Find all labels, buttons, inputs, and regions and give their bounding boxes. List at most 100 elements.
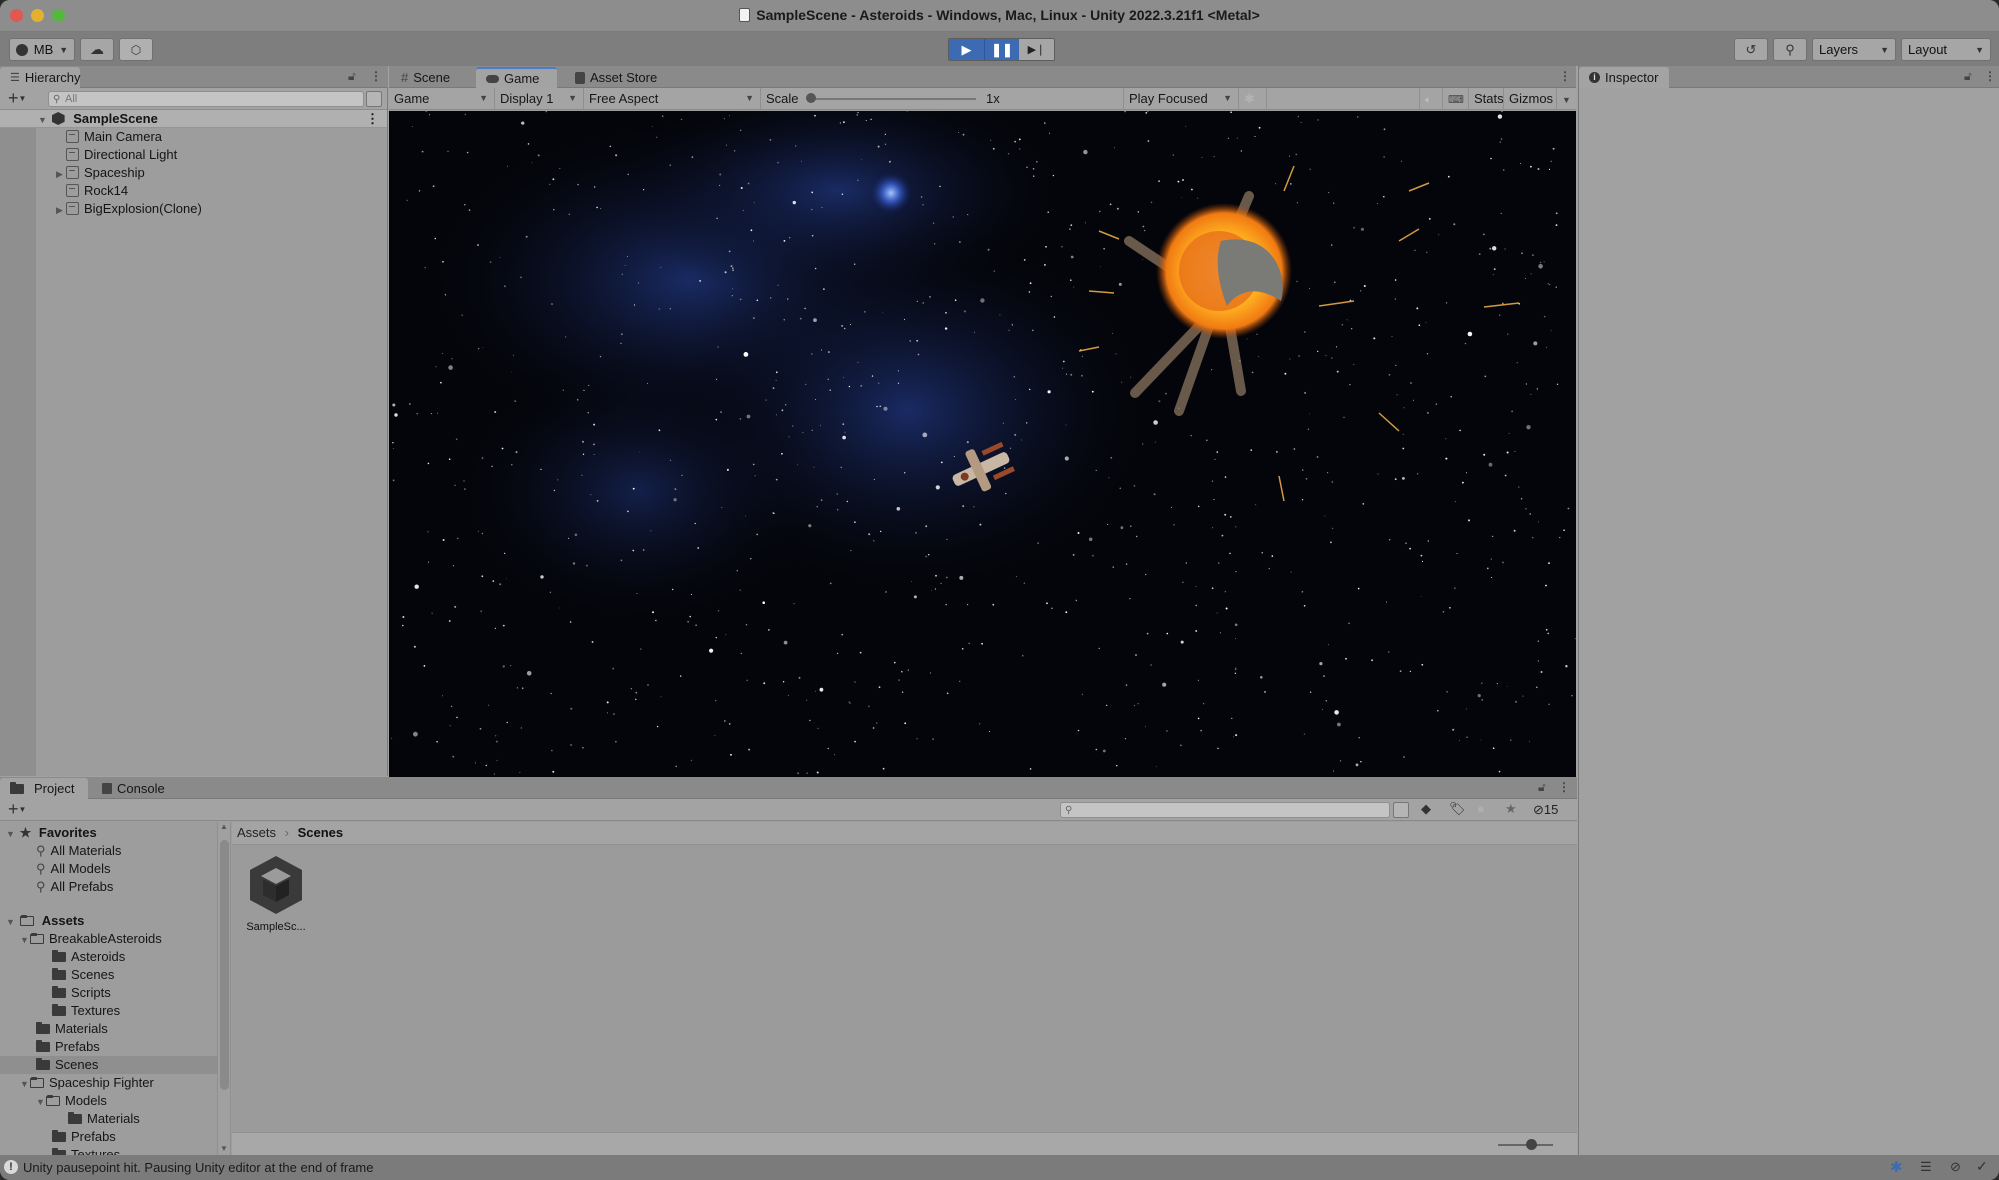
- star: [1548, 562, 1550, 564]
- progress-done-icon[interactable]: ✓: [1976, 1158, 1988, 1175]
- unity-services-button[interactable]: ⬡: [119, 38, 153, 61]
- view-mode-dropdown[interactable]: Game ▼: [389, 88, 495, 110]
- star: [1409, 670, 1412, 673]
- cache-server-icon[interactable]: ☰: [1920, 1159, 1932, 1175]
- scene-menu-icon[interactable]: ⋮: [366, 110, 379, 128]
- assets-root-row[interactable]: ▼ Assets: [0, 912, 217, 930]
- panel-menu-icon[interactable]: ⋮: [1559, 69, 1571, 83]
- create-add-button[interactable]: +▼: [8, 88, 26, 109]
- filter-by-label-icon[interactable]: 🏷︎: [1449, 801, 1466, 817]
- lock-icon[interactable]: 🔓︎: [348, 69, 356, 84]
- folder-row[interactable]: Materials: [0, 1020, 217, 1038]
- undo-history-button[interactable]: ↺: [1734, 38, 1768, 61]
- create-asset-button[interactable]: +▼: [8, 799, 26, 820]
- scale-slider-handle[interactable]: [806, 93, 816, 103]
- expand-arrow-icon[interactable]: ▶: [56, 201, 66, 219]
- scene-row[interactable]: ▼ SampleScene ⋮: [0, 110, 387, 128]
- folder-row[interactable]: Prefabs: [0, 1038, 217, 1056]
- scrollbar-thumb[interactable]: [220, 840, 229, 1090]
- scroll-down-icon[interactable]: ▼: [220, 1144, 228, 1153]
- favorite-item[interactable]: ⚲ All Prefabs: [0, 878, 217, 896]
- folder-row[interactable]: ▼ Spaceship Fighter: [0, 1074, 217, 1092]
- folder-row[interactable]: Textures: [0, 1002, 217, 1020]
- panel-menu-icon[interactable]: ⋮: [370, 69, 382, 83]
- filter-by-type-icon[interactable]: ◆: [1421, 801, 1431, 817]
- tab-project[interactable]: Project: [0, 778, 88, 799]
- step-button[interactable]: ▶❘: [1019, 39, 1054, 60]
- expand-arrow-icon[interactable]: ▼: [38, 111, 48, 129]
- breadcrumb-assets[interactable]: Assets: [237, 825, 276, 840]
- expand-arrow-icon[interactable]: ▼: [36, 1093, 46, 1111]
- pause-button[interactable]: ❚❚: [984, 39, 1019, 60]
- favorite-star-icon[interactable]: ★: [1505, 801, 1517, 817]
- search-mode-button[interactable]: [1393, 802, 1409, 818]
- hierarchy-item[interactable]: Main Camera: [0, 128, 387, 146]
- display-dropdown[interactable]: Display 1 ▼: [495, 88, 584, 110]
- folder-row[interactable]: Prefabs: [0, 1128, 217, 1146]
- bug-check-icon[interactable]: ✱: [1890, 1158, 1903, 1176]
- folder-row[interactable]: ▼ Models: [0, 1092, 217, 1110]
- shortcuts-toggle-button[interactable]: ⌨: [1443, 88, 1469, 110]
- layout-dropdown[interactable]: Layout ▼: [1901, 38, 1991, 61]
- favorite-item[interactable]: ⚲ All Models: [0, 860, 217, 878]
- tab-hierarchy[interactable]: ☰ Hierarchy: [0, 67, 81, 88]
- search-mode-button[interactable]: [366, 91, 382, 107]
- lock-icon[interactable]: 🔓︎: [1964, 69, 1972, 84]
- play-button[interactable]: ▶: [949, 39, 984, 60]
- folder-row[interactable]: Scenes: [0, 966, 217, 984]
- project-tree-scrollbar[interactable]: ▲ ▼: [217, 822, 231, 1155]
- play-mode-dropdown[interactable]: Play Focused ▼: [1124, 88, 1239, 110]
- aspect-dropdown[interactable]: Free Aspect ▼: [584, 88, 761, 110]
- gizmos-button[interactable]: Gizmos: [1504, 88, 1557, 110]
- tab-inspector[interactable]: i Inspector: [1579, 67, 1669, 88]
- mute-audio-button[interactable]: 🔈︎: [1419, 88, 1443, 110]
- tab-scene[interactable]: # Scene: [391, 67, 460, 88]
- cloud-button[interactable]: ☁: [80, 38, 114, 61]
- hierarchy-item[interactable]: Rock14: [0, 182, 387, 200]
- favorites-row[interactable]: ▼ ★ Favorites: [0, 824, 217, 842]
- expand-arrow-icon[interactable]: ▼: [20, 1075, 30, 1093]
- folder-row-selected[interactable]: Scenes: [0, 1056, 217, 1074]
- tab-console[interactable]: Console: [92, 778, 175, 799]
- breadcrumb-scenes[interactable]: Scenes: [298, 825, 344, 840]
- auto-generate-lighting-icon[interactable]: ⊘: [1950, 1159, 1961, 1175]
- expand-arrow-icon[interactable]: ▼: [6, 825, 16, 843]
- filter-by-log-icon[interactable]: ●: [1477, 801, 1485, 816]
- favorite-item[interactable]: ⚲ All Materials: [0, 842, 217, 860]
- folder-row[interactable]: Materials: [0, 1110, 217, 1128]
- panel-menu-icon[interactable]: ⋮: [1558, 780, 1570, 794]
- folder-row[interactable]: ▼ BreakableAsteroids: [0, 930, 217, 948]
- scroll-up-icon[interactable]: ▲: [220, 822, 228, 831]
- project-search-input[interactable]: ⚲: [1060, 802, 1390, 818]
- folder-row[interactable]: Asteroids: [0, 948, 217, 966]
- expand-arrow-icon[interactable]: ▼: [20, 931, 30, 949]
- hierarchy-item[interactable]: Directional Light: [0, 146, 387, 164]
- tab-asset-store[interactable]: Asset Store: [565, 67, 667, 88]
- tab-game[interactable]: Game: [476, 67, 557, 88]
- expand-arrow-icon[interactable]: ▶: [56, 165, 66, 183]
- folder-row[interactable]: Scripts: [0, 984, 217, 1002]
- star: [454, 484, 456, 486]
- status-message[interactable]: Unity pausepoint hit. Pausing Unity edit…: [23, 1160, 373, 1175]
- game-viewport[interactable]: [389, 111, 1576, 777]
- scale-slider-track[interactable]: [811, 98, 976, 100]
- star: [496, 759, 498, 762]
- frame-debugger-button[interactable]: ✱: [1239, 88, 1267, 110]
- gizmos-dropdown[interactable]: ▼: [1557, 88, 1576, 110]
- account-dropdown[interactable]: MB ▼: [9, 38, 75, 61]
- scale-control: Scale 1x: [761, 88, 1124, 110]
- hierarchy-item[interactable]: ▶ Spaceship: [0, 164, 387, 182]
- search-button[interactable]: ⚲: [1773, 38, 1807, 61]
- stats-button[interactable]: Stats: [1469, 88, 1504, 110]
- expand-arrow-icon[interactable]: ▼: [6, 913, 16, 931]
- lock-icon[interactable]: 🔓︎: [1538, 780, 1546, 795]
- hidden-packages-toggle[interactable]: ⊘15: [1533, 802, 1558, 818]
- hierarchy-item[interactable]: ▶ BigExplosion(Clone): [0, 200, 387, 218]
- star: [1047, 390, 1051, 394]
- star: [1446, 302, 1448, 304]
- layers-dropdown[interactable]: Layers ▼: [1812, 38, 1896, 61]
- thumbnail-size-slider-handle[interactable]: [1526, 1139, 1537, 1150]
- panel-menu-icon[interactable]: ⋮: [1984, 69, 1996, 83]
- hierarchy-search-input[interactable]: ⚲ All: [48, 91, 364, 107]
- asset-item[interactable]: SampleSc...: [244, 854, 308, 933]
